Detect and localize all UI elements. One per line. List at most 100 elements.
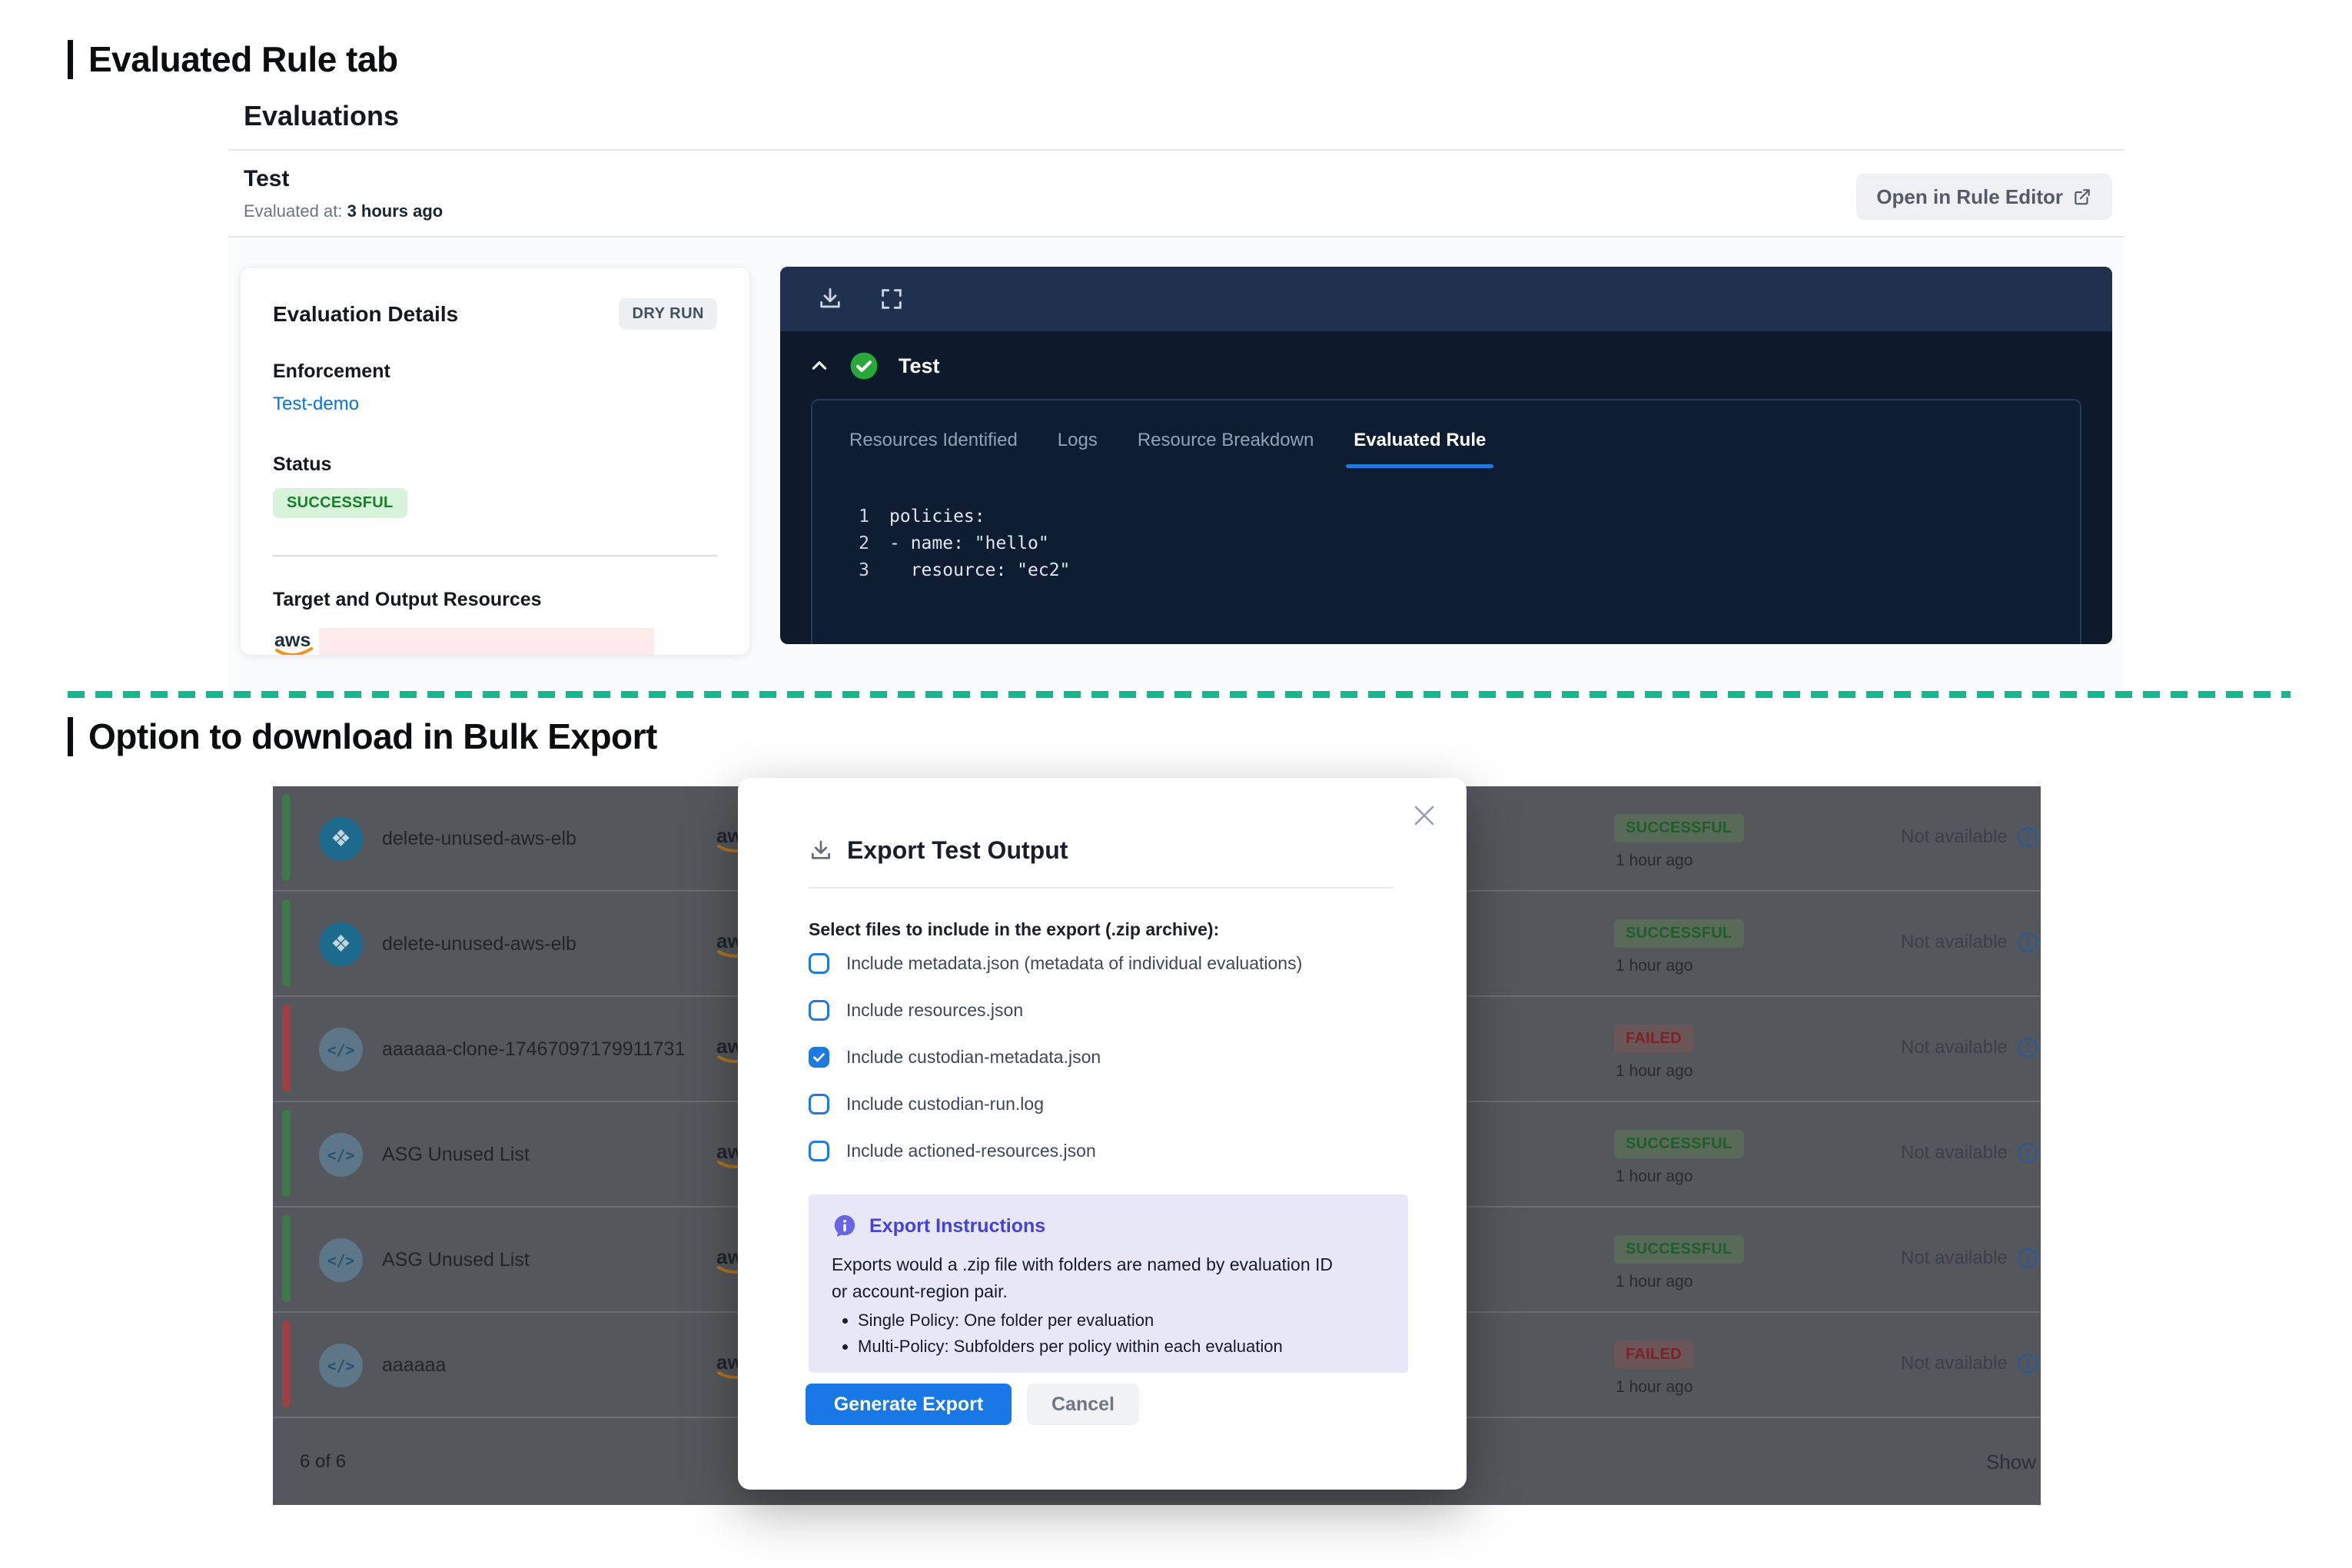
timestamp: 1 hour ago	[1616, 1168, 1693, 1186]
enforcement-label: Enforcement	[273, 360, 717, 383]
viewer-toolbar	[780, 267, 2112, 331]
policy-code-icon: </>	[319, 1133, 363, 1177]
checkbox[interactable]	[809, 1141, 829, 1161]
evaluation-name: Test	[244, 166, 289, 192]
download-icon[interactable]	[817, 286, 843, 312]
export-test-output-modal: Export Test Output Select files to inclu…	[738, 778, 1467, 1490]
output-availability: Not available	[1901, 1037, 2008, 1058]
export-instructions-title: Export Instructions	[869, 1215, 1045, 1237]
checkbox[interactable]	[809, 953, 829, 974]
info-bubble-icon	[832, 1213, 858, 1239]
divider	[273, 555, 717, 556]
redacted-resource-value	[319, 628, 654, 656]
timestamp: 1 hour ago	[1616, 852, 1693, 870]
checkbox-label: Include actioned-resources.json	[846, 1141, 1096, 1161]
checkbox-include-metadata-json[interactable]: Include metadata.json (metadata of indiv…	[809, 953, 1302, 974]
test-output-viewer: Test Resources Identified Logs Resource …	[780, 267, 2112, 644]
checkbox-include-resources-json[interactable]: Include resources.json	[809, 1000, 1023, 1021]
viewer-tab-panel: Resources Identified Logs Resource Break…	[811, 399, 2081, 644]
open-in-rule-editor-label: Open in Rule Editor	[1876, 185, 2063, 209]
viewer-tabs: Resources Identified Logs Resource Break…	[812, 400, 2080, 468]
timestamp: 1 hour ago	[1616, 1273, 1693, 1291]
svg-text:aws: aws	[274, 630, 311, 651]
external-link-icon	[2072, 187, 2092, 207]
status-bar	[282, 794, 291, 881]
checkbox-include-actioned-resources-json[interactable]: Include actioned-resources.json	[809, 1141, 1096, 1161]
generate-export-button[interactable]: Generate Export	[806, 1384, 1012, 1425]
tab-evaluated-rule[interactable]: Evaluated Rule	[1354, 430, 1486, 468]
divider	[809, 887, 1394, 889]
checkbox-label: Include metadata.json (metadata of indiv…	[846, 953, 1302, 974]
target-resources-label: Target and Output Resources	[273, 589, 717, 611]
checkbox-checked[interactable]	[809, 1047, 829, 1068]
evaluated-at-value: 3 hours ago	[347, 201, 443, 221]
line-number: 1	[852, 503, 869, 530]
select-files-label: Select files to include in the export (.…	[809, 919, 1219, 940]
close-icon[interactable]	[1410, 801, 1439, 830]
evaluation-details-card: Evaluation Details DRY RUN Enforcement T…	[240, 267, 750, 656]
timestamp: 1 hour ago	[1616, 1062, 1693, 1081]
code-text: - name: "hello"	[889, 530, 1049, 557]
line-number: 2	[852, 530, 869, 557]
output-availability: Not available	[1901, 1142, 2008, 1164]
instruction-bullet: Multi-Policy: Subfolders per policy with…	[858, 1334, 1385, 1360]
status-label: Status	[273, 453, 717, 476]
checkbox[interactable]	[809, 1000, 829, 1021]
tab-logs[interactable]: Logs	[1058, 430, 1098, 468]
checkbox-label: Include resources.json	[846, 1000, 1023, 1021]
status-bar	[282, 1110, 291, 1197]
instruction-bullet: Single Policy: One folder per evaluation	[858, 1307, 1385, 1334]
policy-code-icon: </>	[319, 1028, 363, 1071]
status-badge: FAILED	[1614, 1340, 1693, 1369]
info-icon[interactable]	[2017, 1142, 2038, 1164]
info-icon[interactable]	[2017, 826, 2038, 848]
open-in-rule-editor-button[interactable]: Open in Rule Editor	[1856, 174, 2112, 220]
custodian-icon: ❖	[319, 922, 363, 966]
viewer-evaluation-name: Test	[899, 354, 940, 378]
download-icon	[809, 839, 833, 863]
rule-name: delete-unused-aws-elb	[382, 828, 576, 850]
export-instructions-list: Single Policy: One folder per evaluation…	[832, 1307, 1385, 1360]
rule-name: ASG Unused List	[382, 1249, 530, 1271]
info-icon[interactable]	[2017, 1247, 2038, 1269]
fullscreen-icon[interactable]	[879, 286, 905, 312]
status-badge: SUCCESSFUL	[1614, 1235, 1744, 1264]
status-badge: FAILED	[1614, 1025, 1693, 1053]
export-instructions-body: Exports would a .zip file with folders a…	[832, 1251, 1339, 1304]
info-icon[interactable]	[2017, 1037, 2038, 1058]
policy-code-icon: </>	[319, 1344, 363, 1387]
custodian-icon: ❖	[319, 817, 363, 861]
divider	[228, 149, 2124, 151]
checkbox-label: Include custodian-metadata.json	[846, 1047, 1101, 1068]
section-heading-bulk-export: Option to download in Bulk Export	[68, 717, 657, 756]
checkbox[interactable]	[809, 1094, 829, 1115]
output-availability: Not available	[1901, 932, 2008, 953]
checkbox-label: Include custodian-run.log	[846, 1094, 1044, 1115]
cancel-button[interactable]: Cancel	[1027, 1384, 1139, 1425]
line-number: 3	[852, 557, 869, 584]
section-heading-evaluated-rule-tab: Evaluated Rule tab	[68, 40, 398, 79]
show-per-page[interactable]: Show	[1986, 1450, 2036, 1474]
tab-resource-breakdown[interactable]: Resource Breakdown	[1138, 430, 1314, 468]
dry-run-badge: DRY RUN	[619, 298, 717, 330]
info-icon[interactable]	[2017, 932, 2038, 953]
evaluated-at: Evaluated at: 3 hours ago	[244, 201, 443, 221]
screen: Evaluated Rule tab Evaluations Test Eval…	[0, 0, 2352, 1568]
enforcement-link[interactable]: Test-demo	[273, 394, 717, 415]
status-badge: SUCCESSFUL	[1614, 919, 1744, 948]
yaml-code-block: 1policies: 2- name: "hello" 3 resource: …	[852, 503, 2080, 584]
code-text: resource: "ec2"	[889, 557, 1070, 584]
modal-title: Export Test Output	[847, 836, 1068, 865]
checkbox-include-custodian-run-log[interactable]: Include custodian-run.log	[809, 1094, 1044, 1115]
tab-resources-identified[interactable]: Resources Identified	[849, 430, 1018, 468]
timestamp: 1 hour ago	[1616, 957, 1693, 975]
collapse-chevron-icon[interactable]	[809, 356, 829, 376]
status-bar	[282, 899, 291, 986]
row-count: 6 of 6	[300, 1451, 346, 1473]
evaluated-at-label: Evaluated at:	[244, 201, 342, 221]
status-bar	[282, 1215, 291, 1302]
success-check-icon	[849, 351, 879, 380]
status-bar	[282, 1321, 291, 1407]
info-icon[interactable]	[2017, 1353, 2038, 1374]
checkbox-include-custodian-metadata-json[interactable]: Include custodian-metadata.json	[809, 1047, 1101, 1068]
